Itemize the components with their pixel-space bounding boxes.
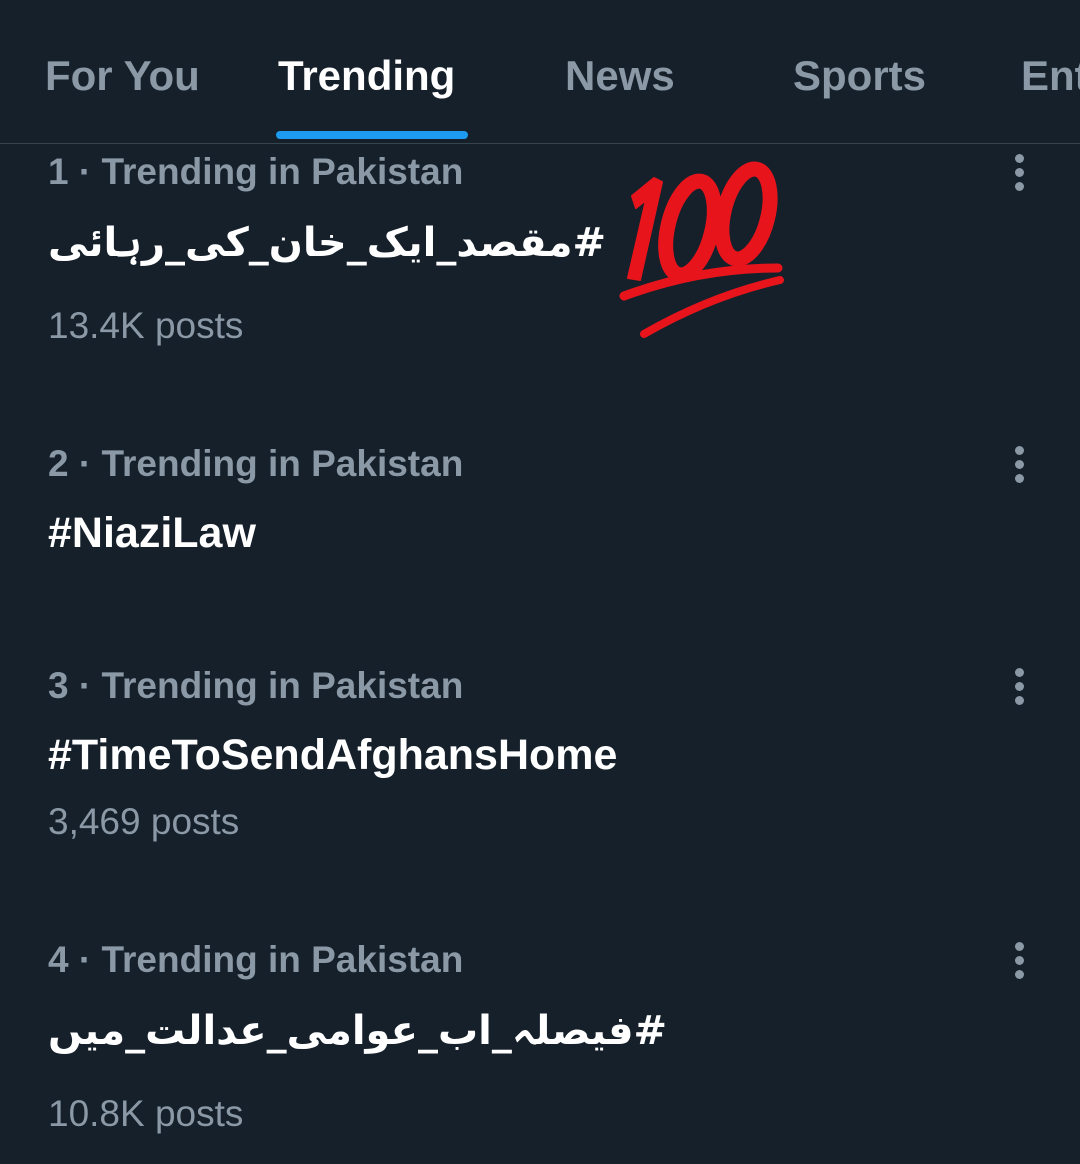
hundred-points-emoji: [619, 161, 784, 338]
tab-for-you[interactable]: For You: [45, 50, 200, 102]
more-options-button[interactable]: [1000, 440, 1040, 488]
more-options-button[interactable]: [1000, 148, 1040, 196]
trend-name: #مقصد_ایک_خان_کی_رہائی: [48, 220, 606, 266]
trend-name: #TimeToSendAfghansHome: [48, 731, 618, 779]
trend-item-2[interactable]: 2 · Trending in Pakistan #NiaziLaw: [0, 438, 1080, 588]
tab-bar: For You Trending News Sports Ent: [0, 0, 1080, 144]
trend-post-count: 3,469 posts: [48, 801, 240, 842]
tab-entertainment[interactable]: Ent: [1021, 50, 1080, 102]
trend-name: #فیصلہ_اب_عوامی_عدالت_میں: [48, 1008, 668, 1054]
tab-sports[interactable]: Sports: [793, 50, 926, 102]
more-options-button[interactable]: [1000, 662, 1040, 710]
tab-trending[interactable]: Trending: [278, 50, 455, 102]
trend-name: #NiaziLaw: [48, 509, 256, 557]
trend-post-count: 10.8K posts: [48, 1093, 244, 1134]
trend-meta: 4 · Trending in Pakistan: [48, 939, 464, 980]
active-tab-indicator: [276, 131, 468, 139]
more-vertical-icon: [1015, 942, 1024, 951]
trend-post-count: 13.4K posts: [48, 305, 244, 346]
more-vertical-icon: [1015, 668, 1024, 677]
more-options-button[interactable]: [1000, 936, 1040, 984]
trend-meta: 1 · Trending in Pakistan: [48, 151, 464, 192]
more-vertical-icon: [1015, 446, 1024, 455]
trend-meta: 2 · Trending in Pakistan: [48, 443, 464, 484]
trend-meta: 3 · Trending in Pakistan: [48, 665, 464, 706]
trend-item-1[interactable]: 1 · Trending in Pakistan #مقصد_ایک_خان_ک…: [0, 146, 1080, 376]
more-vertical-icon: [1015, 154, 1024, 163]
trending-page: For You Trending News Sports Ent 1 · Tre…: [0, 0, 1080, 1164]
tab-news[interactable]: News: [565, 50, 675, 102]
trend-item-4[interactable]: 4 · Trending in Pakistan #فیصلہ_اب_عوامی…: [0, 934, 1080, 1154]
trend-item-3[interactable]: 3 · Trending in Pakistan #TimeToSendAfgh…: [0, 660, 1080, 860]
